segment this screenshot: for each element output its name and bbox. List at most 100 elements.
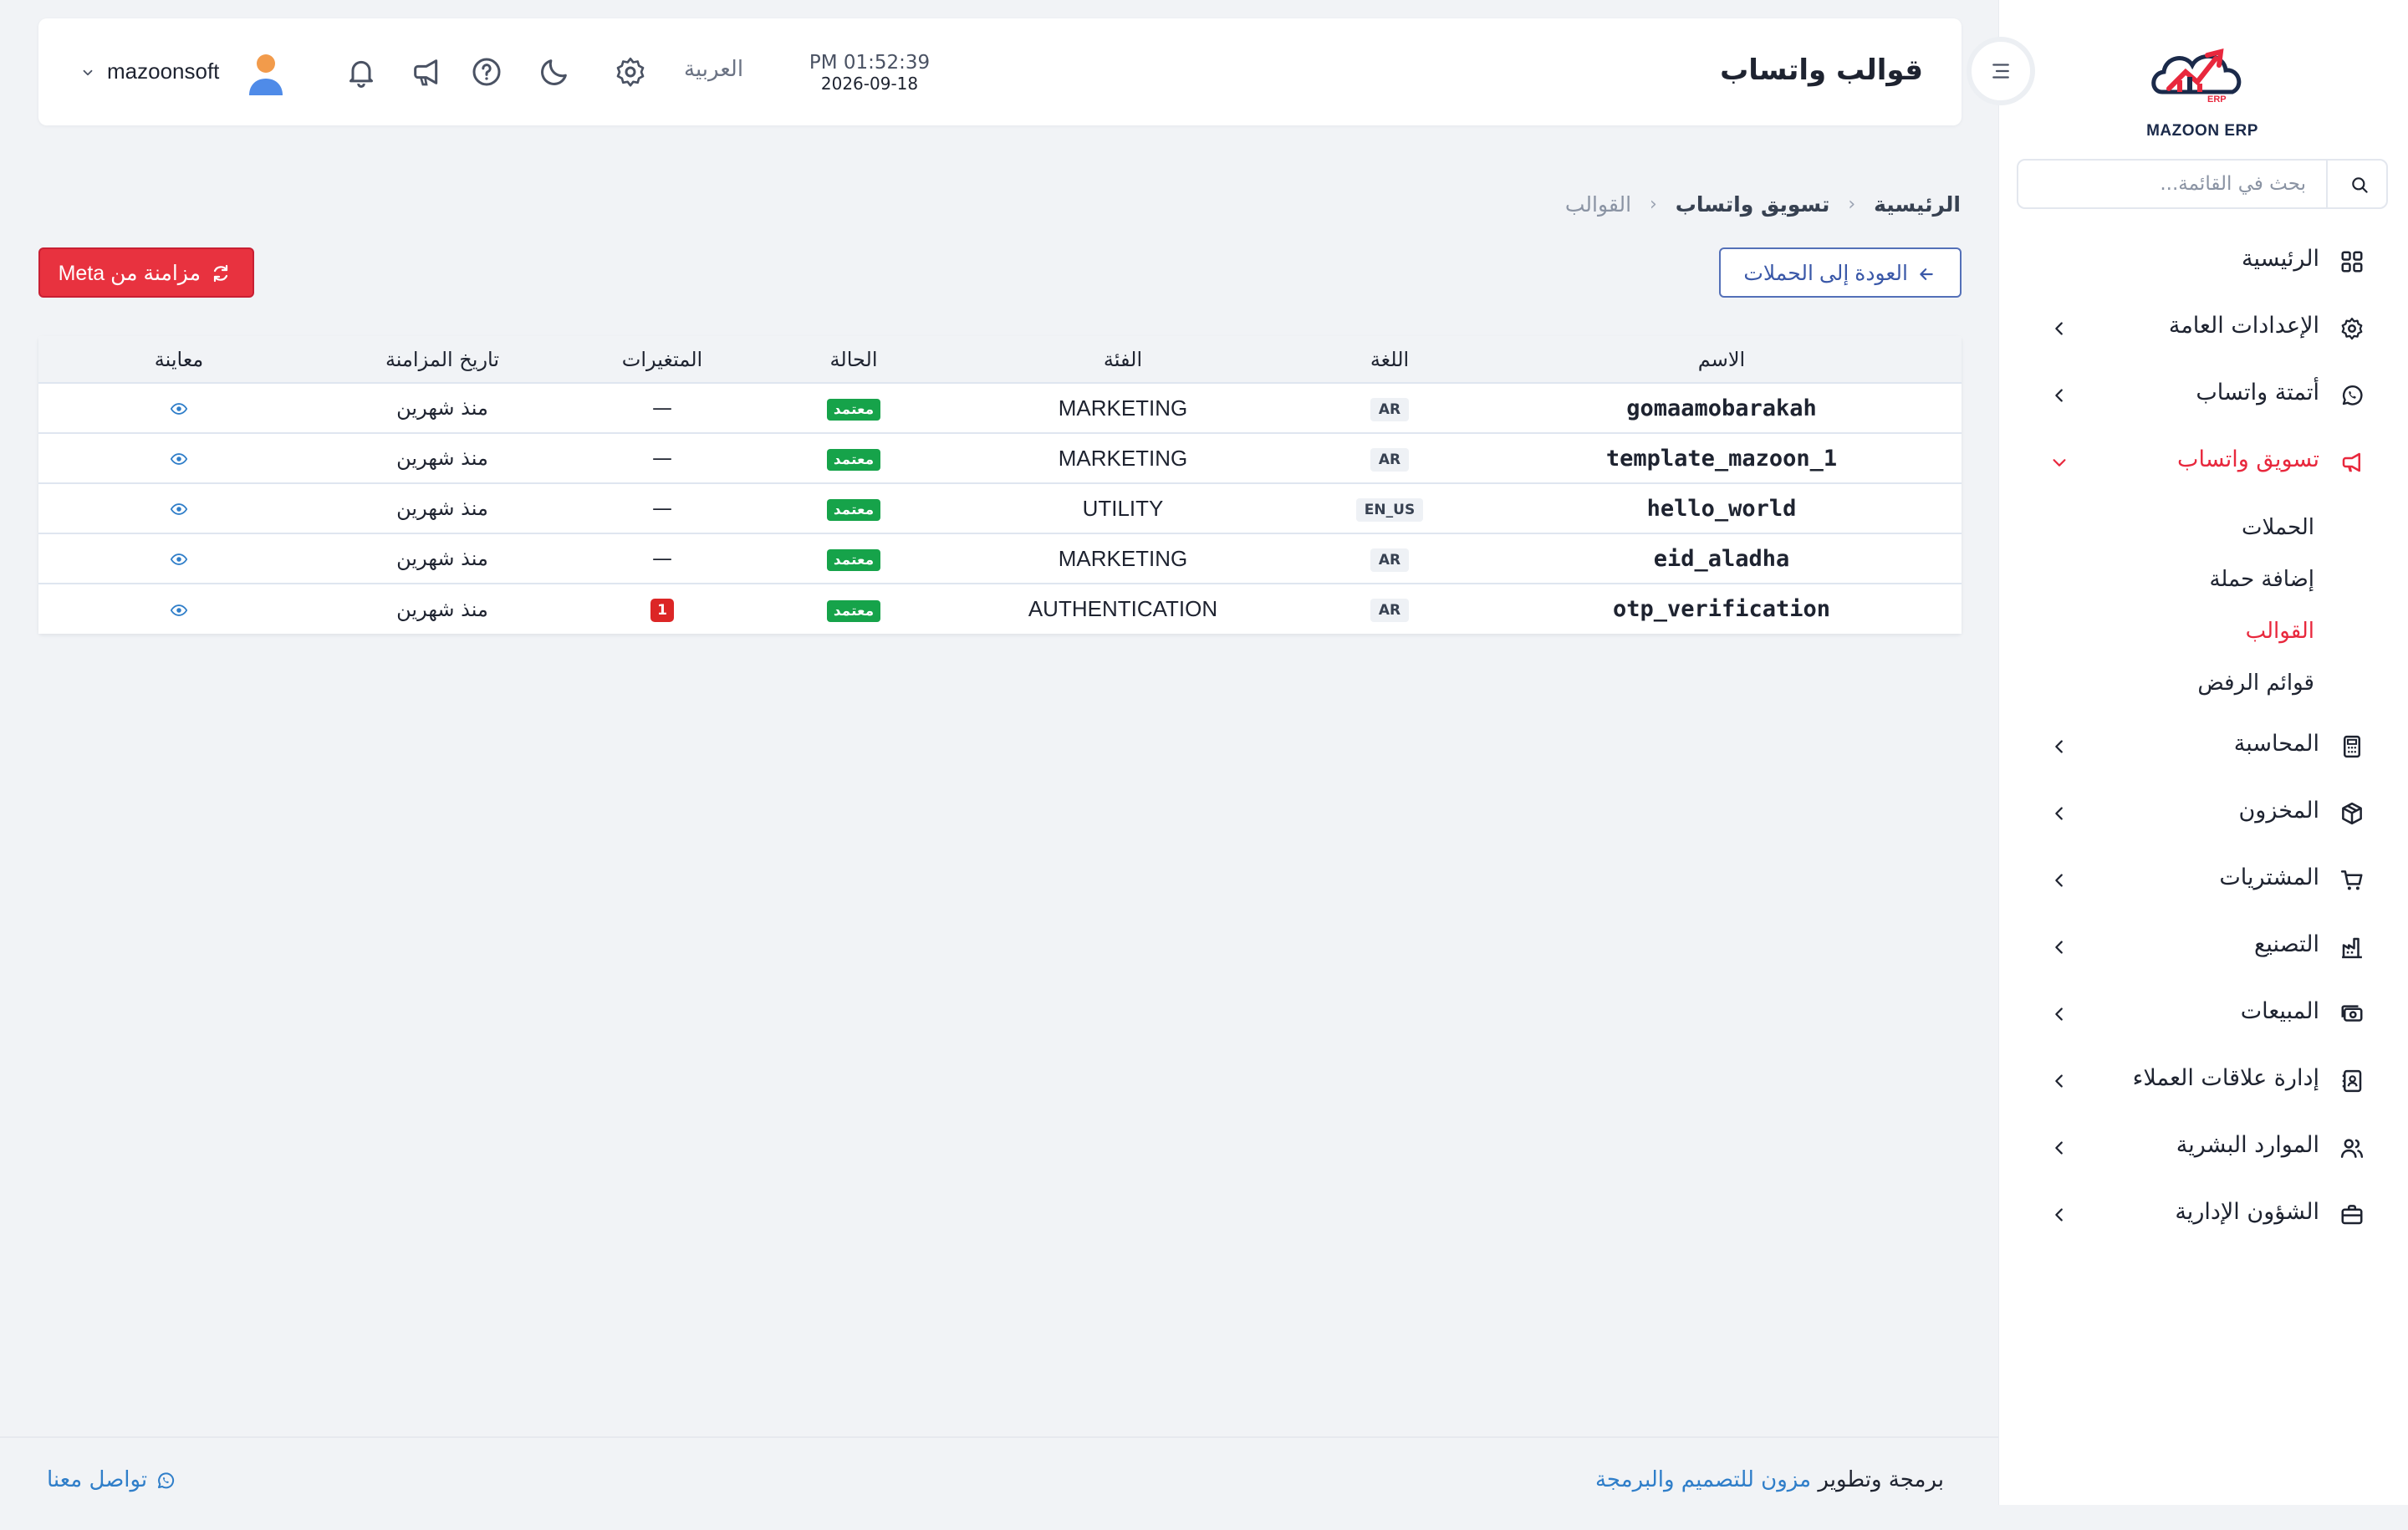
sidebar-item-label: الإعدادات العامة (2168, 313, 2319, 339)
breadcrumb-separator-icon: ‹ (1848, 193, 1856, 215)
help-icon[interactable] (470, 55, 503, 89)
menu-search[interactable] (2017, 159, 2388, 209)
chevron-down-icon[interactable] (80, 65, 95, 80)
contacts-icon (2342, 1069, 2362, 1093)
sidebar-subitem-templates[interactable]: القوالب (2246, 619, 2314, 644)
sidebar-item-accounting[interactable]: المحاسبة (1998, 721, 2408, 771)
back-to-campaigns-button[interactable]: العودة إلى الحملات (1719, 247, 1962, 298)
brand-name: MAZOON ERP (2146, 122, 2258, 140)
sync-date: منذ شهرين (396, 446, 488, 470)
status-badge: معتمد (826, 449, 881, 471)
table-row: eid_aladha AR MARKETING معتمد — منذ شهري… (38, 533, 1962, 584)
template-name: otp_verification (1612, 596, 1831, 622)
eye-icon[interactable] (170, 450, 188, 468)
moon-icon[interactable] (538, 55, 571, 89)
breadcrumb: الرئيسية ‹ تسويق واتساب ‹ القوالب (1565, 191, 1961, 221)
column-header-status[interactable]: الحالة (759, 336, 948, 383)
column-header-category[interactable]: الفئة (948, 336, 1298, 383)
page-title: قوالب واتساب (1720, 54, 1923, 87)
whatsapp-icon (158, 1471, 175, 1488)
sidebar-item-inventory[interactable]: المخزون (1998, 788, 2408, 838)
breadcrumb-home[interactable]: الرئيسية (1874, 192, 1961, 217)
footer-credit-prefix: برمجة وتطوير (1818, 1467, 1944, 1492)
language-tag: AR (1370, 548, 1410, 572)
user-name[interactable]: mazoonsoft (107, 59, 219, 84)
sidebar-item-label: الرئيسية (2242, 246, 2319, 272)
chevron-down-icon (2053, 459, 2066, 467)
eye-icon[interactable] (170, 601, 188, 620)
calculator-icon (2344, 735, 2360, 758)
eye-icon[interactable] (170, 500, 188, 518)
status-badge: معتمد (826, 399, 881, 421)
chevron-left-icon (2055, 389, 2063, 402)
sync-from-meta-button[interactable]: مزامنة من Meta (38, 247, 254, 298)
clock-time: PM 01:52:39 (809, 52, 931, 74)
chevron-left-icon (2055, 1007, 2063, 1021)
sidebar-item-hr[interactable]: الموارد البشرية (1998, 1122, 2408, 1172)
templates-table: الاسم اللغة الفئة الحالة المتغيرات تاريخ… (38, 336, 1962, 634)
variables-count: — (652, 547, 672, 570)
contact-us-link[interactable]: تواصل معنا (47, 1467, 176, 1492)
sidebar: ERP MAZOON ERP الرئيسية (1998, 0, 2408, 1505)
contact-us-label: تواصل معنا (47, 1467, 148, 1492)
sidebar-item-label: إدارة علاقات العملاء (2132, 1065, 2319, 1091)
language-switch[interactable]: العربية (684, 57, 743, 82)
status-badge: معتمد (826, 549, 881, 571)
sidebar-item-administration[interactable]: الشؤون الإدارية (1998, 1189, 2408, 1239)
menu-icon (1992, 64, 2009, 79)
sidebar-item-crm[interactable]: إدارة علاقات العملاء (1998, 1055, 2408, 1105)
column-header-language[interactable]: اللغة (1298, 336, 1482, 383)
eye-icon[interactable] (170, 550, 188, 569)
megaphone-icon (2342, 452, 2360, 472)
breadcrumb-section[interactable]: تسويق واتساب (1676, 192, 1830, 217)
sidebar-item-whatsapp-automation[interactable]: أتمتة واتساب (1998, 370, 2408, 420)
factory-icon (2342, 937, 2362, 959)
chevron-left-icon (2055, 1141, 2063, 1155)
arrow-left-icon (1920, 268, 1933, 280)
sidebar-item-label: المحاسبة (2233, 731, 2319, 757)
footer-company-link[interactable]: مزون للتصميم والبرمجة (1595, 1467, 1811, 1492)
sidebar-subitem-campaigns[interactable]: الحملات (2242, 515, 2314, 540)
sync-date: منذ شهرين (396, 597, 488, 621)
column-header-variables[interactable]: المتغيرات (565, 336, 759, 383)
sidebar-item-settings[interactable]: الإعدادات العامة (1998, 303, 2408, 353)
search-icon (2352, 177, 2368, 193)
sidebar-item-manufacturing[interactable]: التصنيع (1998, 921, 2408, 972)
sidebar-item-home[interactable]: الرئيسية (1998, 236, 2408, 286)
avatar[interactable] (246, 52, 286, 95)
menu-search-input[interactable] (2030, 167, 2306, 201)
box-icon (2342, 802, 2362, 825)
sidebar-item-label: أتمتة واتساب (2196, 380, 2319, 405)
breadcrumb-current: القوالب (1564, 191, 1632, 217)
brand-logo[interactable]: ERP MAZOON ERP (2144, 33, 2261, 140)
language-tag: EN_US (1355, 497, 1424, 522)
cash-icon (2341, 1005, 2363, 1022)
sidebar-item-purchases[interactable]: المشتريات (1998, 854, 2408, 905)
table-header-row: الاسم اللغة الفئة الحالة المتغيرات تاريخ… (38, 336, 1962, 383)
sidebar-subitem-blacklists[interactable]: قوائم الرفض (2197, 671, 2314, 696)
table-row: hello_world EN_US UTILITY معتمد — منذ شه… (38, 482, 1962, 534)
chevron-left-icon (2055, 1074, 2063, 1088)
gear-icon (2341, 318, 2363, 340)
variables-count: — (565, 482, 759, 534)
sidebar-item-sales[interactable]: المبيعات (1998, 988, 2408, 1038)
sidebar-item-label: المخزون (2238, 798, 2319, 824)
status-badge: معتمد (826, 599, 881, 622)
top-header: قوالب واتساب PM 01:52:39 2026-09-18 العر… (38, 18, 1962, 125)
column-header-sync-date[interactable]: تاريخ المزامنة (319, 336, 565, 383)
sync-from-meta-label: مزامنة من Meta (58, 262, 201, 285)
column-header-name[interactable]: الاسم (1482, 336, 1962, 383)
chevron-left-icon (2055, 1208, 2063, 1221)
status-badge: معتمد (826, 499, 881, 521)
briefcase-icon (2341, 1205, 2363, 1225)
megaphone-icon[interactable] (410, 55, 443, 89)
sidebar-item-whatsapp-marketing[interactable]: تسويق واتساب (1998, 436, 2408, 487)
bell-icon[interactable] (344, 55, 378, 89)
sidebar-subitem-add-campaign[interactable]: إضافة حملة (2209, 567, 2314, 592)
footer-divider (0, 1436, 1998, 1438)
sidebar-toggle-button[interactable] (1967, 37, 2035, 105)
gear-icon[interactable] (614, 55, 647, 89)
breadcrumb-separator-icon: ‹ (1650, 193, 1657, 215)
sidebar-item-label: تسويق واتساب (2177, 446, 2319, 472)
eye-icon[interactable] (170, 400, 188, 418)
